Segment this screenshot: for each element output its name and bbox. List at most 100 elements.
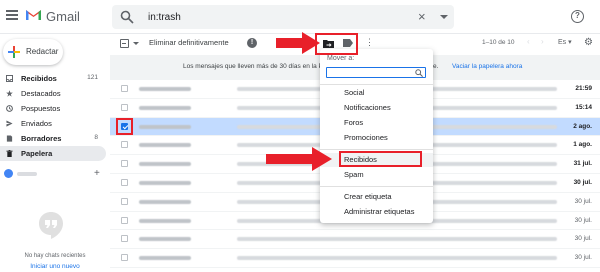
- start-new-chat-link[interactable]: Iniciar uno nuevo: [0, 263, 110, 270]
- sidebar-item-sent[interactable]: Enviados: [0, 116, 106, 131]
- row-date: 30 jul.: [574, 216, 592, 224]
- sender-redacted: [139, 87, 191, 91]
- star-icon: [6, 90, 13, 97]
- inbox-icon: [6, 75, 13, 82]
- sidebar-item-starred[interactable]: Destacados: [0, 86, 106, 101]
- sidebar: Redactar Recibidos 121 Destacados Pospue…: [0, 34, 110, 272]
- row-checkbox[interactable]: [121, 103, 128, 111]
- row-date: 30 jul.: [573, 178, 592, 186]
- sender-redacted: [139, 199, 191, 204]
- arrow-right-icon: [266, 147, 332, 171]
- more-options-icon[interactable]: ⋮: [365, 37, 374, 47]
- sidebar-item-label: Pospuestos: [21, 104, 61, 113]
- next-page-icon[interactable]: ›: [541, 37, 544, 46]
- unread-count: 121: [87, 74, 98, 81]
- row-checkbox[interactable]: [121, 235, 128, 243]
- sidebar-item-snoozed[interactable]: Pospuestos: [0, 101, 106, 116]
- sidebar-item-drafts[interactable]: Borradores 8: [0, 131, 106, 146]
- row-date: 15:14: [575, 103, 592, 111]
- menu-item-spam[interactable]: Spam: [320, 168, 433, 182]
- pagination-count: 1–10 de 10: [482, 39, 515, 46]
- row-checkbox[interactable]: [121, 178, 128, 186]
- menu-item-create-label[interactable]: Crear etiqueta: [320, 190, 433, 204]
- hangouts-icon: [39, 212, 63, 239]
- row-checkbox[interactable]: [121, 197, 128, 205]
- row-checkbox[interactable]: [121, 160, 128, 168]
- row-date: 21:59: [575, 85, 592, 92]
- draft-icon: [6, 135, 13, 142]
- annotation-box-checkbox: [116, 118, 133, 135]
- sender-redacted: [139, 124, 191, 129]
- compose-button[interactable]: Redactar: [3, 39, 63, 65]
- sender-redacted: [139, 237, 191, 242]
- menu-divider: [320, 84, 433, 85]
- sender-redacted: [139, 256, 191, 261]
- select-options-icon[interactable]: [133, 42, 139, 45]
- top-bar: Gmail × ?: [0, 0, 600, 34]
- table-row[interactable]: 30 jul.: [110, 249, 600, 268]
- plus-icon: [8, 46, 20, 58]
- table-row[interactable]: 30 jul.: [110, 230, 600, 250]
- empty-trash-link[interactable]: Vaciar la papelera ahora: [452, 63, 522, 70]
- input-tools-select[interactable]: Es ▾: [558, 38, 572, 46]
- trash-icon: [6, 150, 13, 157]
- help-icon[interactable]: ?: [571, 10, 584, 23]
- search-icon: [415, 69, 423, 77]
- sender-redacted: [139, 143, 191, 148]
- row-checkbox[interactable]: [121, 85, 128, 92]
- sidebar-item-label: Borradores: [21, 134, 62, 143]
- subject-redacted: [237, 256, 557, 261]
- previous-page-icon[interactable]: ‹: [527, 37, 530, 46]
- clear-search-icon[interactable]: ×: [418, 9, 426, 25]
- sender-redacted: [139, 162, 191, 167]
- sidebar-item-inbox[interactable]: Recibidos 121: [0, 71, 106, 86]
- search-options-icon[interactable]: [440, 15, 448, 19]
- hangouts-user-row[interactable]: +: [0, 168, 106, 182]
- gmail-window: Gmail × ? Redactar Recibido: [0, 0, 600, 272]
- gmail-logo-icon: [26, 10, 41, 20]
- menu-item-social[interactable]: Social: [320, 86, 433, 100]
- row-date: 30 jul.: [574, 235, 592, 243]
- main-menu-icon[interactable]: [6, 10, 18, 20]
- move-to-title: Mover a:: [327, 55, 355, 62]
- clock-icon: [6, 105, 13, 112]
- row-date: 31 jul.: [573, 160, 592, 168]
- delete-forever-button[interactable]: Eliminar definitivamente: [149, 38, 229, 47]
- arrow-right-icon: [276, 32, 320, 54]
- row-date: 2 ago.: [573, 122, 592, 130]
- settings-gear-icon[interactable]: ⚙: [584, 37, 593, 48]
- row-checkbox[interactable]: [121, 254, 128, 262]
- search-input[interactable]: [148, 9, 398, 25]
- compose-label: Redactar: [26, 47, 59, 56]
- sender-redacted: [139, 218, 191, 223]
- annotation-box-move-to: [315, 33, 358, 55]
- avatar[interactable]: [4, 169, 13, 178]
- user-name-redacted: [17, 172, 37, 176]
- menu-divider: [320, 149, 433, 150]
- menu-item-promotions[interactable]: Promociones: [320, 131, 433, 145]
- sender-redacted: [139, 180, 191, 185]
- row-checkbox[interactable]: [121, 141, 128, 149]
- annotation-box-inbox-option: [339, 151, 422, 167]
- search-bar[interactable]: ×: [112, 5, 454, 29]
- row-date: 30 jul.: [574, 254, 592, 262]
- app-name: Gmail: [46, 9, 80, 24]
- sidebar-item-trash[interactable]: Papelera: [0, 146, 106, 161]
- move-to-menu: Mover a: Social Notificaciones Foros Pro…: [320, 49, 433, 223]
- search-icon[interactable]: [120, 10, 134, 24]
- move-to-search-input[interactable]: [326, 67, 426, 78]
- report-spam-icon[interactable]: !: [247, 38, 257, 48]
- row-checkbox[interactable]: [121, 216, 128, 224]
- subject-redacted: [237, 237, 557, 242]
- sidebar-item-label: Papelera: [21, 149, 53, 158]
- draft-count: 8: [94, 134, 98, 141]
- menu-item-manage-labels[interactable]: Administrar etiquetas: [320, 205, 433, 219]
- sender-redacted: [139, 105, 191, 110]
- add-contact-icon[interactable]: +: [94, 168, 100, 179]
- menu-item-notifications[interactable]: Notificaciones: [320, 101, 433, 115]
- select-all-checkbox[interactable]: [120, 39, 129, 48]
- row-date: 1 ago.: [573, 141, 592, 149]
- send-icon: [6, 120, 13, 127]
- menu-item-forums[interactable]: Foros: [320, 116, 433, 130]
- sidebar-item-label: Recibidos: [21, 74, 57, 83]
